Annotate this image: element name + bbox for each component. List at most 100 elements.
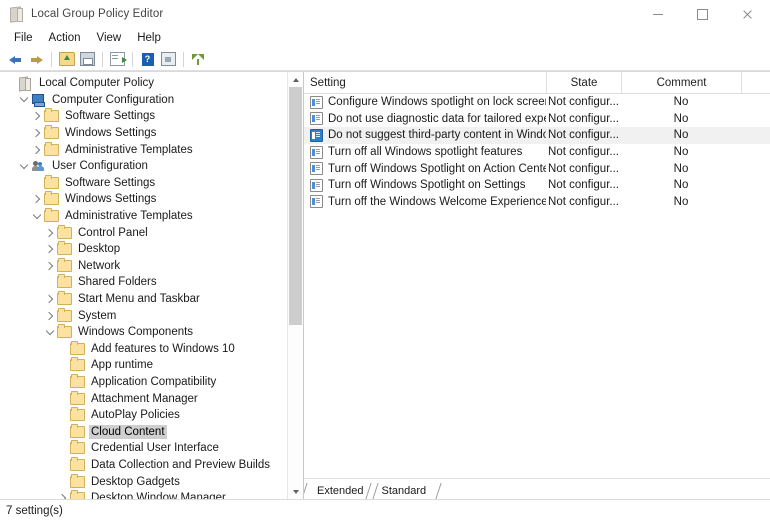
tree-node[interactable]: App runtime: [0, 357, 287, 374]
menu-action[interactable]: Action: [41, 30, 89, 46]
back-arrow-icon: [9, 54, 22, 65]
folder-icon: [69, 343, 85, 355]
tree-node[interactable]: Local Computer Policy: [0, 75, 287, 92]
tree-node[interactable]: Cloud Content: [0, 423, 287, 440]
folder-icon: [43, 210, 59, 222]
tree-node[interactable]: User Configuration: [0, 158, 287, 175]
table-row[interactable]: Turn off Windows Spotlight on Action Cen…: [304, 160, 770, 177]
tree-node[interactable]: Software Settings: [0, 175, 287, 192]
cell-comment: No: [621, 160, 741, 177]
chevron-up-icon: [293, 78, 299, 82]
chevron-down-icon[interactable]: [43, 331, 56, 334]
help-button[interactable]: ?: [137, 49, 158, 69]
chevron-right-icon[interactable]: [56, 495, 69, 499]
tree-scroll-up-button[interactable]: [288, 72, 303, 87]
table-row[interactable]: Turn off all Windows spotlight featuresN…: [304, 144, 770, 161]
title-bar: Local Group Policy Editor: [0, 0, 770, 28]
chevron-right-icon[interactable]: [30, 130, 43, 136]
new-window-button[interactable]: [158, 49, 179, 69]
tree-node[interactable]: Add features to Windows 10: [0, 341, 287, 358]
status-bar: 7 setting(s): [0, 499, 770, 521]
table-row[interactable]: Turn off Windows Spotlight on Settings No…: [304, 177, 770, 194]
tree-scroll-down-button[interactable]: [288, 484, 303, 499]
tree-node[interactable]: Desktop Window Manager: [0, 490, 287, 499]
column-header-state[interactable]: State: [546, 72, 621, 93]
table-row[interactable]: Configure Windows spotlight on lock scre…: [304, 94, 770, 111]
menu-file[interactable]: File: [6, 30, 41, 46]
back-button[interactable]: [5, 49, 26, 69]
chevron-right-icon[interactable]: [30, 147, 43, 153]
console-tree[interactable]: Local Computer PolicyComputer Configurat…: [0, 72, 287, 499]
tab-standard[interactable]: Standard: [372, 483, 435, 499]
show-hide-console-tree-button[interactable]: [77, 49, 98, 69]
cell-setting: Turn off Windows Spotlight on Action Cen…: [304, 160, 546, 177]
tree-node[interactable]: Data Collection and Preview Builds: [0, 457, 287, 474]
forward-button[interactable]: [26, 49, 47, 69]
tab-extended[interactable]: Extended: [308, 483, 372, 499]
tree-node[interactable]: Windows Components: [0, 324, 287, 341]
tree-node[interactable]: Shared Folders: [0, 274, 287, 291]
state-value: Not configur...: [548, 196, 619, 208]
book-icon: [17, 77, 33, 90]
chevron-down-icon[interactable]: [17, 98, 30, 101]
folder-glyph: [70, 492, 85, 499]
folder-glyph: [70, 476, 85, 488]
minimize-button[interactable]: [635, 0, 680, 28]
filter-button[interactable]: [188, 49, 209, 69]
export-list-button[interactable]: [107, 49, 128, 69]
tree-node[interactable]: Windows Settings: [0, 125, 287, 142]
chevron-right-icon[interactable]: [43, 246, 56, 252]
up-one-level-button[interactable]: [56, 49, 77, 69]
tree-node[interactable]: Desktop Gadgets: [0, 473, 287, 490]
close-button[interactable]: [725, 0, 770, 28]
computer-icon: [30, 94, 46, 106]
table-row[interactable]: Turn off the Windows Welcome ExperienceN…: [304, 194, 770, 211]
comment-value: No: [674, 163, 689, 175]
tree-node[interactable]: Software Settings: [0, 108, 287, 125]
tree-node[interactable]: Network: [0, 258, 287, 275]
maximize-button[interactable]: [680, 0, 725, 28]
setting-name: Turn off Windows Spotlight on Settings: [328, 179, 526, 191]
chevron-right-icon[interactable]: [30, 196, 43, 202]
cell-comment: No: [621, 177, 741, 194]
tree-vertical-scrollbar[interactable]: [287, 72, 303, 499]
tree-node[interactable]: Credential User Interface: [0, 440, 287, 457]
gpedit-book-icon: [8, 6, 24, 22]
chevron-right-icon[interactable]: [43, 313, 56, 319]
tree-scroll-track[interactable]: [288, 87, 303, 484]
folder-glyph: [44, 110, 59, 122]
chevron-down-icon[interactable]: [17, 165, 30, 168]
settings-list[interactable]: Configure Windows spotlight on lock scre…: [304, 94, 770, 478]
menu-help[interactable]: Help: [129, 30, 169, 46]
tree-node[interactable]: System: [0, 307, 287, 324]
tree-node[interactable]: Administrative Templates: [0, 141, 287, 158]
tree-node[interactable]: Control Panel: [0, 224, 287, 241]
folder-glyph: [57, 310, 72, 322]
folder-icon: [56, 326, 72, 338]
chevron-right-icon[interactable]: [43, 263, 56, 269]
tree-node[interactable]: Computer Configuration: [0, 92, 287, 109]
toolbar-separator-2: [102, 52, 103, 67]
tree-node[interactable]: Administrative Templates: [0, 208, 287, 225]
chevron-right-icon[interactable]: [30, 113, 43, 119]
tree-scroll-thumb[interactable]: [289, 87, 302, 325]
twisty-glyph: [44, 245, 52, 253]
tree-node-label: Software Settings: [63, 109, 157, 123]
table-row[interactable]: Do not suggest third-party content in Wi…: [304, 127, 770, 144]
chevron-right-icon[interactable]: [43, 296, 56, 302]
tree-node[interactable]: AutoPlay Policies: [0, 407, 287, 424]
table-row[interactable]: Do not use diagnostic data for tailored …: [304, 111, 770, 128]
column-header-setting[interactable]: Setting: [304, 72, 546, 93]
folder-icon: [69, 476, 85, 488]
chevron-down-icon[interactable]: [30, 215, 43, 218]
tree-node[interactable]: Start Menu and Taskbar: [0, 291, 287, 308]
folder-glyph: [44, 193, 59, 205]
tree-node[interactable]: Attachment Manager: [0, 390, 287, 407]
tree-node[interactable]: Windows Settings: [0, 191, 287, 208]
tree-node[interactable]: Desktop: [0, 241, 287, 258]
setting-name: Turn off Windows Spotlight on Action Cen…: [328, 163, 546, 175]
tree-node[interactable]: Application Compatibility: [0, 374, 287, 391]
menu-view[interactable]: View: [89, 30, 130, 46]
column-header-comment[interactable]: Comment: [621, 72, 741, 93]
chevron-right-icon[interactable]: [43, 230, 56, 236]
